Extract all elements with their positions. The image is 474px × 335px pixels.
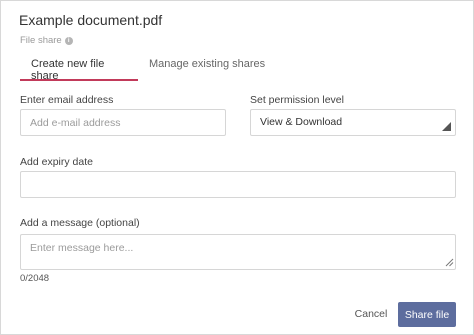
email-label: Enter email address [20,94,114,106]
dialog-subtitle: File share i [20,35,73,46]
email-input[interactable] [20,109,226,136]
share-dialog: Example document.pdf File share i Create… [0,0,474,335]
message-label: Add a message (optional) [20,217,140,229]
tab-bar: Create new file share Manage existing sh… [20,53,456,82]
message-textarea[interactable] [20,234,456,270]
subtitle-text: File share [20,35,62,46]
dialog-title: Example document.pdf [19,12,163,28]
permission-selected-value: View & Download [260,116,343,128]
tab-manage-shares[interactable]: Manage existing shares [138,53,276,81]
expiry-label: Add expiry date [20,156,93,168]
character-counter: 0/2048 [20,273,50,284]
resize-handle-icon[interactable] [445,258,454,267]
dropdown-arrow-icon [442,122,451,131]
tab-create-new-share[interactable]: Create new file share [20,53,138,82]
cancel-button[interactable]: Cancel [351,304,391,324]
info-icon[interactable]: i [64,36,73,45]
permission-select[interactable]: View & Download [250,109,456,136]
permission-label: Set permission level [250,94,344,106]
expiry-date-input[interactable] [20,171,456,198]
share-file-button[interactable]: Share file [398,302,456,327]
